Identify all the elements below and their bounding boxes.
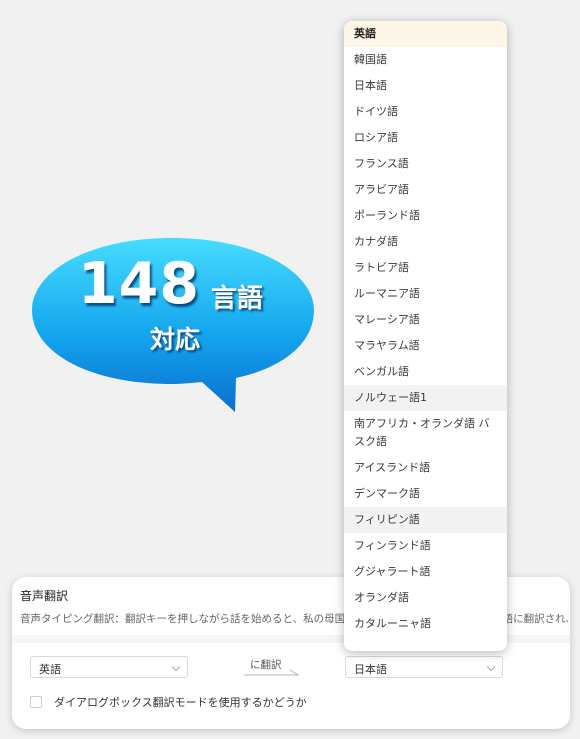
language-option[interactable]: フランス語 [344,151,507,177]
language-option[interactable]: ポーランド語 [344,203,507,229]
language-option[interactable]: アラビア語 [344,177,507,203]
language-option[interactable]: マレーシア語 [344,307,507,333]
language-option[interactable]: ルーマニア語 [344,281,507,307]
language-option[interactable]: ロシア語 [344,125,507,151]
language-option[interactable]: 韓国語 [344,47,507,73]
language-option[interactable]: カナダ語 [344,229,507,255]
arrow-right-icon [244,669,300,676]
promo-language-count: 148 [78,251,200,317]
language-option[interactable]: 日本語 [344,73,507,99]
language-option[interactable]: フィリピン語 [344,507,507,533]
language-option[interactable]: オランダ語 [344,585,507,611]
language-dropdown-list[interactable]: 英語 韓国語 日本語 ドイツ語 ロシア語 フランス語 アラビア語 ポーランド語 カナダ語 ラトビア… [344,21,507,651]
chevron-down-icon [486,662,496,672]
source-language-value: 英語 [39,663,61,676]
language-option[interactable]: ラトビア語 [344,255,507,281]
language-option[interactable]: デンマーク語 [344,481,507,507]
target-language-value: 日本語 [354,663,387,676]
dialog-mode-checkbox[interactable] [30,696,42,708]
promo-support-text: 対応 [150,325,201,354]
promo-language-unit: 言語 [211,284,264,314]
language-option[interactable]: ベンガル語 [344,359,507,385]
language-option[interactable]: アイスランド語 [344,455,507,481]
promo-speech-bubble: 148 言語 対応 [30,232,315,422]
language-option[interactable]: グジャラート語 [344,559,507,585]
target-language-select[interactable]: 日本語 [345,656,503,678]
language-option[interactable]: カタルーニャ語 [344,611,507,637]
language-option[interactable]: ドイツ語 [344,99,507,125]
source-language-select[interactable]: 英語 [30,656,188,678]
language-option[interactable]: ノルウェー語1 [344,385,507,411]
language-option[interactable]: 英語 [344,21,507,47]
dialog-mode-label: ダイアログボックス翻訳モードを使用するかどうか [54,696,307,709]
language-option[interactable]: 南アフリカ・オランダ語 バスク語 [344,411,507,455]
card-title: 音声翻訳 [20,589,69,603]
language-option[interactable]: フィンランド語 [344,533,507,559]
language-option[interactable]: マラヤラム語 [344,333,507,359]
chevron-down-icon [171,662,181,672]
